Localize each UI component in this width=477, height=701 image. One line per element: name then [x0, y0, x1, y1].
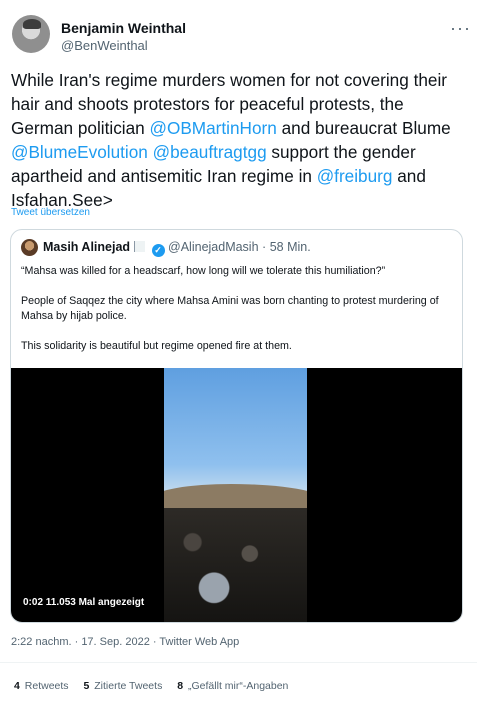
mention-link-beauftragtgg[interactable]: @beauftragtgg — [153, 142, 267, 162]
tweet-text-segment: and bureaucrat Blume — [276, 118, 451, 138]
author-name[interactable]: Benjamin Weinthal — [61, 20, 186, 36]
more-options-icon[interactable]: ··· — [450, 18, 471, 39]
quoted-tweet[interactable]: Masih Alinejad ✓ @AlinejadMasih · 58 Min… — [10, 229, 463, 623]
likes-count: 8 — [177, 680, 184, 692]
retweets-stat[interactable]: 4 Retweets — [14, 680, 69, 692]
quote-header: Masih Alinejad ✓ @AlinejadMasih · 58 Min… — [43, 240, 311, 257]
quote-author-avatar — [21, 239, 38, 256]
likes-stat[interactable]: 8 „Gefällt mir“-Angaben — [177, 680, 288, 692]
quotes-count: 5 — [83, 680, 90, 692]
author-avatar[interactable] — [12, 15, 50, 53]
author-handle[interactable]: @BenWeinthal — [61, 38, 148, 53]
translate-tweet-link[interactable]: Tweet übersetzen — [11, 207, 90, 218]
white-flag-icon — [134, 241, 146, 252]
retweets-label: Retweets — [24, 680, 69, 692]
tweet-text: While Iran's regime murders women for no… — [11, 68, 463, 212]
quotes-label: Zitierte Tweets — [94, 680, 163, 692]
quote-body: “Mahsa was killed for a headscarf, how l… — [21, 264, 451, 369]
quote-paragraph: People of Saqqez the city where Mahsa Am… — [21, 295, 439, 322]
tweet-timestamp[interactable]: 2:22 nachm. · 17. Sep. 2022 · Twitter We… — [11, 636, 239, 648]
mention-link-obmartinhorn[interactable]: @OBMartinHorn — [150, 118, 277, 138]
divider — [0, 662, 477, 663]
video-frame — [164, 368, 307, 622]
quote-paragraph: “Mahsa was killed for a headscarf, how l… — [21, 265, 386, 277]
mention-link-blumeevolution[interactable]: @BlumeEvolution — [11, 142, 148, 162]
video-player[interactable]: 0:02 11.053 Mal angezeigt — [11, 368, 462, 622]
video-crowd — [164, 508, 307, 622]
retweets-count: 4 — [14, 680, 20, 692]
verified-badge-icon: ✓ — [151, 244, 165, 257]
video-view-count: 0:02 11.053 Mal angezeigt — [23, 597, 145, 608]
quote-time: 58 Min. — [269, 240, 311, 254]
quote-author-name: Masih Alinejad — [43, 240, 131, 254]
likes-label: „Gefällt mir“-Angaben — [188, 680, 289, 692]
quote-paragraph: This solidarity is beautiful but regime … — [21, 340, 292, 352]
quotes-stat[interactable]: 5 Zitierte Tweets — [83, 680, 162, 692]
tweet-stats: 4 Retweets 5 Zitierte Tweets 8 „Gefällt … — [14, 680, 300, 692]
quote-author-handle: @AlinejadMasih — [168, 240, 259, 254]
quote-separator: · — [262, 240, 267, 254]
mention-link-freiburg[interactable]: @freiburg — [317, 166, 393, 186]
